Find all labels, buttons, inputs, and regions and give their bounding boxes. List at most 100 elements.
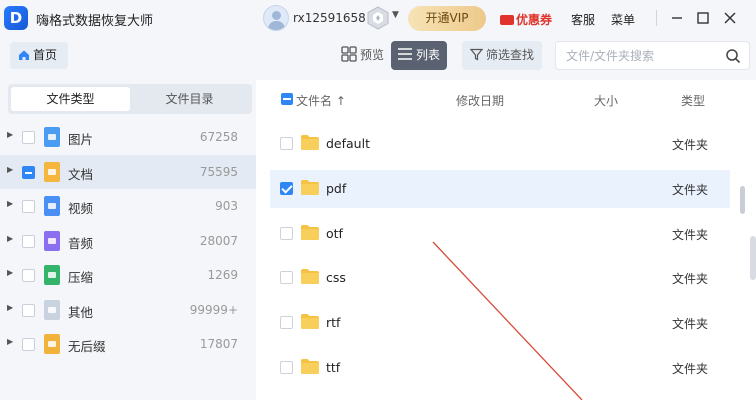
file-row[interactable]: ttf 文件夹	[270, 349, 730, 387]
category-checkbox[interactable]	[22, 269, 35, 282]
category-checkbox[interactable]	[22, 165, 35, 179]
category-checkbox[interactable]	[22, 234, 35, 248]
category-count: 99999+	[189, 302, 238, 317]
home-icon	[19, 50, 29, 60]
row-checkbox[interactable]	[280, 361, 293, 374]
preview-view-button[interactable]: 预览	[336, 41, 391, 70]
maximize-icon[interactable]	[693, 8, 713, 28]
sidebar-category-item[interactable]: ▶ 其他 99999+	[0, 293, 256, 327]
category-count: 17807	[199, 337, 238, 351]
category-checkbox[interactable]	[22, 303, 35, 317]
user-avatar[interactable]	[263, 5, 289, 31]
tab-file-directory[interactable]: 文件目录	[130, 87, 249, 111]
category-checkbox[interactable]	[22, 338, 35, 351]
list-icon	[398, 48, 412, 60]
file-type: 文件夹	[672, 272, 709, 287]
category-count: 28007	[199, 233, 238, 248]
vip-dropdown-caret-icon[interactable]: ▼	[392, 10, 399, 20]
expand-caret-icon[interactable]: ▶	[7, 337, 13, 346]
sidebar-category-item[interactable]: ▶ 压缩 1269	[0, 258, 256, 292]
row-checkbox[interactable]	[280, 271, 293, 285]
list-label: 列表	[416, 48, 441, 62]
title-bar: D 嗨格式数据恢复大师 rx12591658 ▼ 开通VIP 优惠券 客服 菜单	[0, 0, 756, 36]
category-count: 75595	[199, 164, 238, 179]
customer-service-button[interactable]: 客服	[571, 11, 595, 28]
file-name: pdf	[326, 180, 347, 196]
file-search-box	[555, 41, 750, 70]
folder-icon	[301, 224, 319, 240]
expand-caret-icon[interactable]: ▶	[7, 303, 13, 312]
open-vip-button[interactable]: 开通VIP	[408, 6, 486, 31]
file-type: 文件夹	[672, 227, 709, 242]
minimize-icon[interactable]	[667, 8, 687, 28]
expand-caret-icon[interactable]: ▶	[7, 234, 13, 243]
coupon-label: 优惠券	[516, 13, 553, 27]
sidebar-category-item[interactable]: ▶ 视频 903	[0, 189, 256, 223]
file-name: rtf	[326, 315, 341, 331]
home-label: 首页	[33, 48, 58, 62]
coupon-button[interactable]: 优惠券	[500, 11, 552, 28]
filter-search-button[interactable]: 筛选查找	[462, 41, 542, 70]
username[interactable]: rx12591658	[293, 11, 366, 25]
app-logo: D	[4, 6, 28, 30]
category-count: 1269	[207, 268, 238, 282]
file-search-input[interactable]	[566, 48, 716, 64]
sidebar-tabs: 文件类型 文件目录	[8, 84, 252, 114]
file-name: ttf	[326, 360, 341, 375]
file-row[interactable]: pdf 文件夹	[270, 169, 730, 208]
expand-caret-icon[interactable]: ▶	[7, 199, 13, 208]
row-checkbox[interactable]	[280, 226, 293, 240]
list-scrollbar[interactable]	[740, 186, 745, 214]
tab-file-type[interactable]: 文件类型	[11, 87, 130, 111]
list-header: 文件名 ↑ 修改日期 大小 类型	[256, 80, 746, 120]
select-all-checkbox[interactable]	[281, 93, 293, 105]
image-file-icon	[44, 127, 60, 147]
menu-button[interactable]: 菜单	[611, 11, 635, 28]
file-row[interactable]: css 文件夹	[270, 259, 730, 297]
row-checkbox[interactable]	[280, 137, 293, 150]
filter-icon	[469, 48, 484, 61]
category-checkbox[interactable]	[22, 200, 35, 213]
preview-label: 预览	[360, 48, 385, 62]
column-header-name[interactable]: 文件名 ↑	[296, 92, 346, 109]
vip-level-icon[interactable]	[366, 6, 390, 30]
sidebar-category-item[interactable]: ▶ 无后缀 17807	[0, 327, 256, 361]
other-file-icon	[44, 299, 60, 320]
column-header-date[interactable]: 修改日期	[456, 92, 504, 109]
expand-caret-icon[interactable]: ▶	[7, 268, 13, 277]
category-label: 文档	[68, 166, 94, 182]
window-edge-scrollbar[interactable]	[750, 236, 756, 280]
column-header-type[interactable]: 类型	[681, 92, 705, 109]
file-list-panel: 文件名 ↑ 修改日期 大小 类型 default 文件夹 pdf 文件夹 otf 文件夹 c…	[256, 80, 756, 400]
sidebar-category-item[interactable]: ▶ 音频 28007	[0, 224, 256, 258]
category-count: 903	[215, 199, 238, 213]
titlebar-divider	[656, 10, 657, 26]
sidebar-category-item[interactable]: ▶ 文档 75595	[0, 154, 256, 189]
expand-caret-icon[interactable]: ▶	[7, 130, 13, 139]
expand-caret-icon[interactable]: ▶	[7, 165, 13, 174]
file-row[interactable]: default 文件夹	[270, 125, 730, 163]
ticket-icon	[500, 15, 514, 25]
app-title: 嗨格式数据恢复大师	[36, 14, 154, 29]
search-icon[interactable]	[725, 48, 741, 64]
home-button[interactable]: 首页	[10, 42, 68, 69]
file-row[interactable]: otf 文件夹	[270, 215, 730, 253]
view-mode-toggle: 预览 列表	[336, 41, 447, 70]
column-name-label: 文件名	[296, 94, 333, 108]
sidebar-category-item[interactable]: ▶ 图片 67258	[0, 120, 256, 154]
row-checkbox[interactable]	[280, 316, 293, 330]
file-type: 文件夹	[672, 362, 709, 376]
file-row[interactable]: rtf 文件夹	[270, 304, 730, 342]
close-icon[interactable]	[720, 8, 740, 28]
audio-file-icon	[44, 230, 60, 251]
list-view-button[interactable]: 列表	[391, 41, 447, 70]
category-checkbox[interactable]	[22, 131, 35, 144]
row-checkbox[interactable]	[280, 181, 293, 195]
category-label: 图片	[68, 132, 94, 147]
file-name: css	[326, 270, 346, 286]
file-type: 文件夹	[672, 182, 709, 197]
column-header-size[interactable]: 大小	[594, 92, 618, 109]
document-file-icon	[44, 161, 60, 182]
grid-icon	[341, 46, 357, 62]
archive-file-icon	[44, 265, 60, 285]
